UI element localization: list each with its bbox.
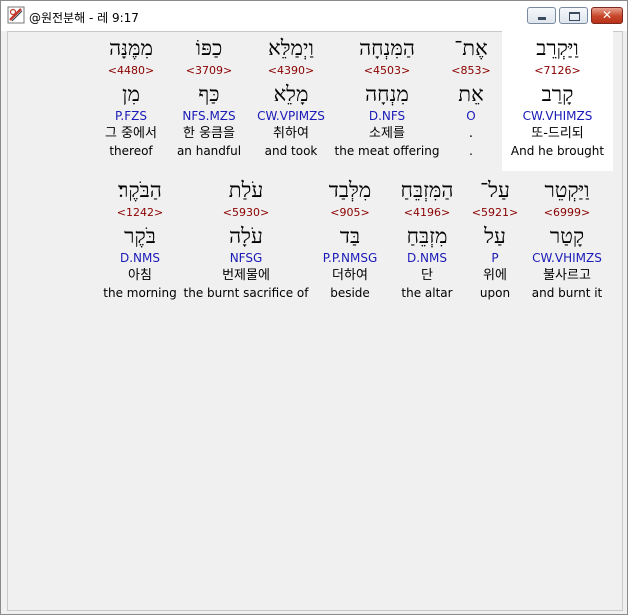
strong-number[interactable]: <4480> (96, 62, 166, 80)
word-column[interactable]: עֹלַת <5930> עֹלָה NFSG 번제물에 the burnt s… (183, 177, 309, 301)
korean-gloss: 취하여 (273, 126, 309, 141)
word-column[interactable]: וַיַּקְטֵר <6999> קָטַר CW.VHIMZS 불사르고 a… (521, 177, 613, 301)
parsing-code: NFS.MZS (182, 109, 236, 123)
hebrew-word: עֹלַת (228, 178, 264, 202)
lemma: כַּף (198, 82, 220, 106)
strong-number[interactable]: <7126> (502, 62, 613, 80)
word-column[interactable]: כַפּוֹ <3709> כַּף NFS.MZS 한 웅큼을 an hand… (172, 35, 246, 159)
word-column[interactable]: מִמֶּנָּה <4480> מִן P.FZS 그 중에서 thereof (96, 35, 166, 159)
parsing-code: D.NFS (368, 109, 406, 123)
english-gloss: and burnt it (531, 286, 603, 300)
close-icon: ✕ (601, 8, 613, 22)
parsing-code: NFSG (229, 251, 263, 265)
word-column[interactable]: הַמִּנְחָה <4503> מִנְחָה D.NFS 소제를 the … (333, 35, 441, 159)
parsing-code: P.FZS (115, 109, 147, 123)
korean-gloss: 아침 (128, 268, 152, 283)
lemma: עַל (484, 224, 506, 248)
hebrew-word: וַיַּקְטֵר (544, 178, 590, 202)
word-column[interactable]: הַבֹּקֶר׃ <1242> בֹּקֶר D.NMS 아침 the mor… (101, 177, 179, 301)
lemma: עֹלָה (229, 224, 263, 248)
strong-number[interactable]: <4503> (333, 62, 441, 80)
lemma: מִנְחָה (365, 82, 409, 106)
lemma: מִזְבֵּחַ (406, 224, 448, 248)
english-gloss: and took (264, 144, 318, 158)
strong-number[interactable]: <5921> (467, 204, 523, 222)
parsing-code: CW.VPIMZS (257, 109, 325, 123)
lemma: מָלֵא (273, 82, 309, 106)
english-gloss: upon (479, 286, 511, 300)
maximize-button[interactable] (559, 7, 588, 24)
hebrew-word: הַבֹּקֶר׃ (118, 178, 162, 202)
strong-number[interactable]: <905> (315, 204, 385, 222)
korean-gloss: 더하여 (332, 268, 368, 283)
hebrew-word: וַיְמַלֵּא (268, 36, 314, 60)
lemma: בֹּקֶר (124, 224, 156, 248)
parsing-code: CW.VHIMZS (532, 251, 602, 265)
minimize-icon (538, 17, 546, 20)
word-column[interactable]: עַל־ <5921> עַל P 위에 upon (467, 177, 523, 301)
close-button[interactable]: ✕ (591, 7, 623, 24)
word-column[interactable]: וַיְמַלֵּא <4390> מָלֵא CW.VPIMZS 취하여 an… (251, 35, 331, 159)
hebrew-word: הַמִּזְבֵּחַ (400, 178, 454, 202)
english-gloss: the meat offering (334, 144, 440, 158)
hebrew-word: כַפּוֹ (195, 36, 223, 60)
korean-gloss: 또-드리되 (531, 126, 584, 141)
parsing-code: CW.VHIMZS (522, 109, 593, 123)
strong-number[interactable]: <4196> (392, 204, 462, 222)
english-gloss: thereof (109, 144, 153, 158)
hebrew-word: אֶת־ (454, 36, 488, 60)
parsing-code: P (491, 251, 499, 265)
lemma: אֵת (458, 82, 484, 106)
english-gloss: the morning (103, 286, 177, 300)
korean-gloss: 단 (421, 268, 433, 283)
strong-number[interactable]: <853> (442, 62, 500, 80)
parsing-code: P.P.NMSG (322, 251, 378, 265)
minimize-button[interactable] (527, 7, 556, 24)
strong-number[interactable]: <1242> (101, 204, 179, 222)
word-column[interactable]: מִלְּבַד <905> בַּד P.P.NMSG 더하여 beside (315, 177, 385, 301)
word-column[interactable]: הַמִּזְבֵּחַ <4196> מִזְבֵּחַ D.NMS 단 th… (392, 177, 462, 301)
lemma: קָטַר (549, 224, 585, 248)
hebrew-word: הַמִּנְחָה (359, 36, 415, 60)
window-title: @원전분해 - 레 9:17 (29, 11, 139, 25)
hebrew-word: מִמֶּנָּה (109, 36, 153, 60)
korean-gloss: 소제를 (369, 126, 405, 141)
title-bar[interactable]: @원전분해 - 레 9:17 ✕ (1, 1, 627, 31)
korean-gloss: 위에 (483, 268, 507, 283)
lemma: בַּד (339, 224, 361, 248)
maximize-icon (569, 12, 580, 21)
english-gloss: . (469, 144, 473, 158)
strong-number[interactable]: <3709> (172, 62, 246, 80)
strong-number[interactable]: <5930> (183, 204, 309, 222)
korean-gloss: . (468, 126, 474, 141)
english-gloss: beside (330, 286, 370, 300)
korean-gloss: 한 웅큼을 (183, 126, 235, 141)
english-gloss: And he brought (510, 144, 605, 158)
parsing-code: D.NMS (406, 251, 447, 265)
parsing-code: O (466, 109, 476, 123)
hebrew-word: עַל־ (480, 178, 510, 202)
english-gloss: the altar (401, 286, 453, 300)
hebrew-word: מִלְּבַד (328, 178, 372, 202)
word-column[interactable]: אֶת־ <853> אֵת O . . (442, 35, 500, 159)
english-gloss: the burnt sacrifice of (183, 286, 309, 300)
lemma: מִן (122, 82, 140, 106)
lemma: קָרַב (541, 82, 574, 106)
strong-number[interactable]: <6999> (521, 204, 613, 222)
english-gloss: an handful (176, 144, 242, 158)
hebrew-word: וַיַּקְרֵב (536, 36, 579, 60)
app-icon (7, 6, 25, 24)
app-window: @원전분해 - 레 9:17 ✕ וַיַּקְרֵב <7126> קָרַב… (0, 0, 628, 615)
strong-number[interactable]: <4390> (251, 62, 331, 80)
korean-gloss: 그 중에서 (105, 126, 157, 141)
parsing-code: D.NMS (119, 251, 160, 265)
word-column[interactable]: וַיַּקְרֵב <7126> קָרַב CW.VHIMZS 또-드리되 … (502, 35, 613, 159)
korean-gloss: 불사르고 (543, 268, 591, 283)
korean-gloss: 번제물에 (222, 268, 270, 283)
